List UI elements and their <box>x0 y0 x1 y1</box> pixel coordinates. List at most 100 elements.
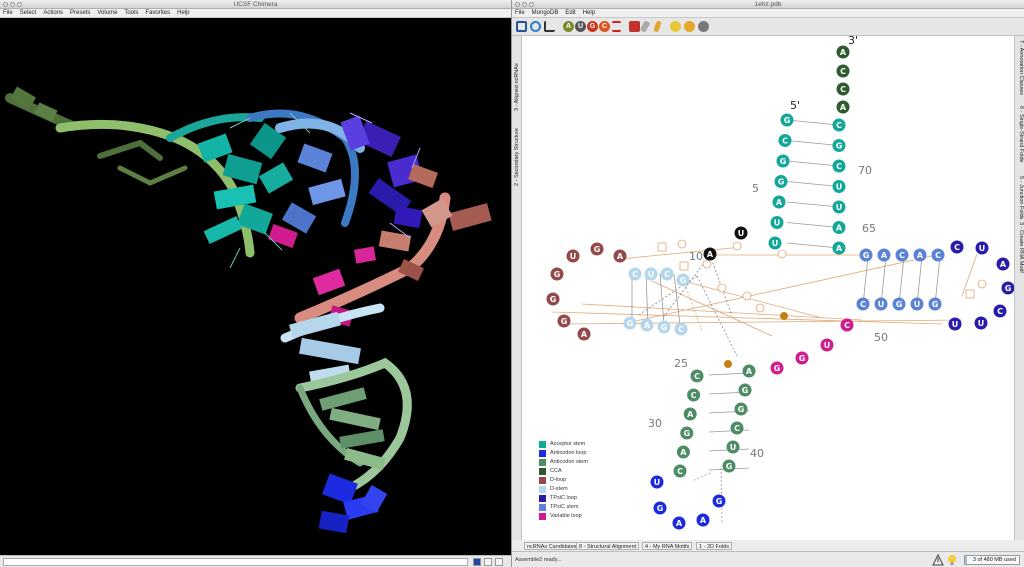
nt-acceptor-stem[interactable]: G <box>780 113 794 127</box>
nt-d-stem[interactable]: C <box>628 267 642 281</box>
nt-anticodon-stem[interactable]: A <box>742 364 756 378</box>
nt-tpsic-stem[interactable]: G <box>859 248 873 262</box>
nt-variable-loop[interactable]: G <box>795 351 809 365</box>
tab-my-rna-motifs[interactable]: 4 - My RNA Motifs <box>642 542 693 550</box>
nt-anticodon-stem[interactable]: C <box>673 464 687 478</box>
nt-anticodon-stem[interactable]: A <box>676 445 690 459</box>
nt-acceptor-stem[interactable]: C <box>832 118 846 132</box>
tab-ncrnas-candidates[interactable]: ncRNAs Candidates <box>524 542 580 550</box>
nt-anticodon-stem[interactable]: G <box>734 402 748 416</box>
assemble-menu-file[interactable]: File <box>515 10 525 16</box>
command-help-icon[interactable] <box>495 558 503 566</box>
nt-cca[interactable]: A <box>836 100 850 114</box>
nt-anticodon-stem[interactable]: G <box>722 459 736 473</box>
nt-acceptor-stem[interactable]: A <box>772 195 786 209</box>
nt-anticodon-stem[interactable]: A <box>683 407 697 421</box>
layout-icon[interactable] <box>544 21 555 32</box>
nt-anticodon-loop[interactable]: A <box>696 513 710 527</box>
chimera-menu-presets[interactable]: Presets <box>70 10 90 16</box>
lightbulb-status-icon[interactable] <box>946 554 958 566</box>
tab-aligned-ncrnas[interactable]: 3 - Aligned ncRNAs <box>514 63 520 111</box>
eraser-icon[interactable] <box>639 20 651 33</box>
nt-d-stem[interactable]: U <box>644 267 658 281</box>
assemble-menu-help[interactable]: Help <box>583 10 595 16</box>
nt-d-loop[interactable]: U <box>566 249 580 263</box>
nt-acceptor-stem[interactable]: U <box>768 236 782 250</box>
nt-d-stem[interactable]: G <box>657 320 671 334</box>
nt-tpsic-stem[interactable]: G <box>892 297 906 311</box>
nt-cca[interactable]: C <box>836 82 850 96</box>
tab-annotation-classes[interactable]: 7 - Annotation Classes <box>1018 40 1024 95</box>
memory-usage-indicator[interactable]: 3 of 480 MB used <box>964 555 1020 565</box>
palette-icon[interactable] <box>629 21 640 32</box>
nt-acceptor-stem[interactable]: G <box>832 139 846 152</box>
brush-icon[interactable] <box>653 20 662 33</box>
nt-anticodon-stem[interactable]: C <box>687 388 701 402</box>
nt-anticodon-stem[interactable]: U <box>726 440 740 454</box>
nt-acceptor-stem[interactable]: G <box>776 154 790 168</box>
nt-tpsic-stem[interactable]: C <box>931 248 945 262</box>
tab-junction-folds[interactable]: 5 - Junction Folds <box>1018 176 1024 219</box>
clock-icon[interactable] <box>684 21 695 32</box>
nt-tpsic-loop[interactable]: G <box>1001 281 1015 295</box>
nt-variable-loop[interactable]: U <box>820 338 834 352</box>
nt-acceptor-stem[interactable]: U <box>832 180 846 193</box>
nt-acceptor-stem[interactable]: C <box>832 159 846 173</box>
nt-d-loop[interactable]: A <box>613 249 627 263</box>
chimera-command-input[interactable] <box>3 558 468 566</box>
nt-tpsic-stem[interactable]: A <box>913 248 927 262</box>
nt-anticodon-stem[interactable]: G <box>738 383 752 397</box>
nt-acceptor-stem[interactable]: G <box>774 175 788 188</box>
nt-d-stem[interactable]: C <box>674 322 688 336</box>
chimera-menu-help[interactable]: Help <box>177 10 189 16</box>
tab-secondary-structure[interactable]: 2 - Secondary Structure <box>514 128 520 186</box>
nt-cca[interactable]: A <box>836 45 850 59</box>
add-uracil-icon[interactable]: U <box>575 21 586 32</box>
nt-tpsic-loop[interactable]: U <box>948 317 962 331</box>
nt-d-loop[interactable]: G <box>546 292 560 306</box>
lightbulb-icon[interactable] <box>670 21 681 32</box>
nt-d-loop[interactable]: A <box>577 327 591 341</box>
nt-anticodon-stem[interactable]: C <box>690 369 704 383</box>
tab-create-rna-motif[interactable]: 3 - Create RNA Motif <box>1018 222 1024 273</box>
nt-tpsic-loop[interactable]: C <box>950 240 964 254</box>
command-history-icon[interactable] <box>473 558 481 566</box>
assemble-menu-mongodb[interactable]: MongoDB <box>532 10 559 16</box>
command-shortcut-icon[interactable] <box>484 558 492 566</box>
nt-variable-loop[interactable]: G <box>770 361 784 375</box>
nt-d-loop[interactable]: G <box>557 314 571 328</box>
tab-single-strand-folds[interactable]: 6 - Single-Strand Folds <box>1018 106 1024 162</box>
nt-anticodon-loop[interactable]: A <box>672 516 686 530</box>
nt-tpsic-stem[interactable]: A <box>877 248 891 262</box>
nt-acceptor-stem[interactable]: C <box>778 134 792 147</box>
nt-tpsic-stem[interactable]: U <box>874 297 888 311</box>
nt-tpsic-loop[interactable]: U <box>975 241 989 255</box>
add-guanine-icon[interactable]: G <box>587 21 598 32</box>
chimera-menu-file[interactable]: File <box>3 10 13 16</box>
fit-view-icon[interactable] <box>516 21 527 32</box>
tab-structural-alignment[interactable]: 8 - Structural Alignment <box>576 542 640 550</box>
nt-tpsic-stem[interactable]: G <box>928 297 942 311</box>
nt-variable-loop[interactable]: C <box>840 318 854 332</box>
nt-acceptor-stem[interactable]: U <box>832 200 846 214</box>
chimera-menu-actions[interactable]: Actions <box>43 10 63 16</box>
nt-tpsic-stem[interactable]: U <box>910 297 924 311</box>
scissors-icon[interactable] <box>612 21 621 32</box>
nt-anticodon-loop[interactable]: G <box>712 494 726 508</box>
add-adenine-icon[interactable]: A <box>563 21 574 32</box>
nt-d-stem[interactable]: A <box>640 318 654 332</box>
nt-anticodon-stem[interactable]: C <box>730 421 744 435</box>
nt-d-stem[interactable]: C <box>660 267 674 281</box>
assemble-menu-edit[interactable]: Edit <box>565 10 575 16</box>
nt-tpsic-stem[interactable]: C <box>895 248 909 262</box>
chimera-menu-select[interactable]: Select <box>20 10 37 16</box>
chimera-menu-tools[interactable]: Tools <box>124 10 138 16</box>
nt-tpsic-loop[interactable]: U <box>974 316 988 330</box>
nt-cca[interactable]: C <box>836 64 850 78</box>
nt-acceptor-stem[interactable]: U <box>770 216 784 229</box>
nt-tpsic-stem[interactable]: C <box>856 297 870 311</box>
nt-anticodon-stem[interactable]: G <box>680 426 694 440</box>
nt-tpsic-loop[interactable]: C <box>993 304 1007 318</box>
nt-anticodon-loop[interactable]: G <box>653 501 667 515</box>
add-cytosine-icon[interactable]: C <box>599 21 610 32</box>
